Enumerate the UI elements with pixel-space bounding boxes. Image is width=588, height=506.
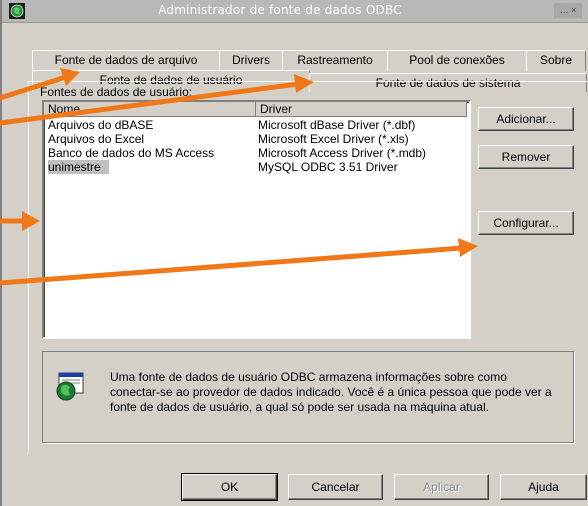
tab-label: Drivers	[232, 53, 270, 67]
dsn-driver: MySQL ODBC 3.51 Driver	[258, 160, 398, 174]
button-label: Adicionar...	[496, 112, 556, 126]
dsn-driver: Microsoft dBase Driver (*.dbf)	[258, 118, 416, 132]
dsn-driver: Microsoft Access Driver (*.mdb)	[258, 146, 427, 160]
tab-file-dsn[interactable]: Fonte de dados de arquivo	[32, 50, 220, 71]
list-item-selected[interactable]: unimestre MySQL ODBC 3.51 Driver	[44, 160, 467, 174]
tab-label: Pool de conexões	[409, 53, 505, 67]
odbc-dialog-window: Administrador de fonte de dados ODBC … ×…	[0, 0, 588, 506]
button-label: Cancelar	[311, 480, 360, 494]
title-bar[interactable]: Administrador de fonte de dados ODBC … ×	[2, 0, 588, 23]
ok-button[interactable]: OK	[182, 474, 277, 500]
list-item[interactable]: Banco de dados do MS Access Microsoft Ac…	[44, 146, 467, 160]
tab-drivers[interactable]: Drivers	[219, 50, 283, 71]
cancel-button[interactable]: Cancelar	[288, 474, 383, 500]
title-bar-controls[interactable]: … ×	[554, 3, 582, 18]
button-label: Remover	[501, 150, 551, 164]
column-header-name[interactable]: Nome	[44, 102, 256, 117]
tab-tracing[interactable]: Rastreamento	[282, 50, 388, 71]
tab-row-back: Fonte de dados de arquivo Drivers Rastre…	[32, 50, 588, 71]
dsn-name: Arquivos do dBASE	[48, 118, 154, 132]
column-header-driver[interactable]: Driver	[256, 102, 467, 117]
tab-connection-pooling[interactable]: Pool de conexões	[387, 50, 527, 71]
info-box: Uma fonte de dados de usuário ODBC armaz…	[42, 351, 574, 443]
tab-label: Rastreamento	[297, 53, 373, 67]
tab-about[interactable]: Sobre	[526, 50, 586, 71]
tab-label: Fonte de dados de arquivo	[54, 53, 198, 67]
add-button[interactable]: Adicionar...	[478, 107, 574, 131]
apply-button: Aplicar	[394, 474, 489, 500]
dsn-name: Arquivos do Excel	[48, 132, 145, 146]
dsn-name: unimestre	[48, 160, 109, 174]
dsn-driver: Microsoft Excel Driver (*.xls)	[258, 132, 409, 146]
button-label: Configurar...	[493, 216, 559, 230]
tab-label: Sobre	[539, 53, 573, 67]
help-button[interactable]: Ajuda	[500, 474, 587, 500]
window-title: Administrador de fonte de dados ODBC	[158, 3, 402, 17]
button-label: Aplicar	[423, 480, 460, 494]
button-label: OK	[220, 480, 239, 494]
button-label: Ajuda	[528, 480, 559, 494]
list-item[interactable]: Arquivos do Excel Microsoft Excel Driver…	[44, 132, 467, 146]
list-item[interactable]: Arquivos do dBASE Microsoft dBase Driver…	[44, 118, 467, 132]
user-dsn-group-label: Fontes de dados de usuário:	[40, 85, 193, 99]
user-dsn-list[interactable]: Nome Driver Arquivos do dBASE Microsoft …	[42, 100, 471, 339]
configure-button[interactable]: Configurar...	[478, 211, 574, 235]
dsn-name: Banco de dados do MS Access	[48, 146, 215, 160]
remove-button[interactable]: Remover	[478, 145, 574, 169]
odbc-datasource-icon	[56, 372, 84, 401]
info-description: Uma fonte de dados de usuário ODBC armaz…	[110, 370, 552, 414]
